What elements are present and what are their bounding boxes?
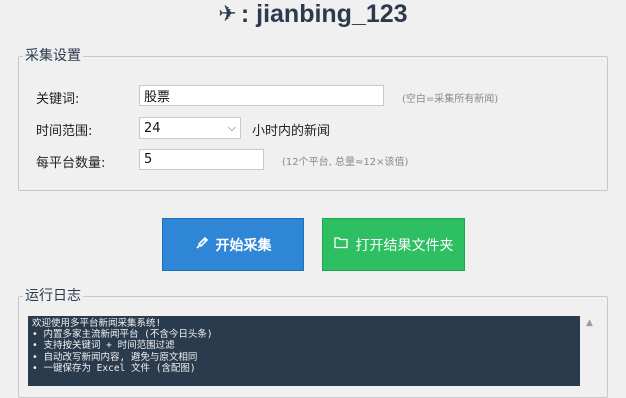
keyword-hint: (空白=采集所有新闻): [402, 94, 499, 105]
log-line: • 一键保存为 Excel 文件 (含配图): [32, 362, 196, 374]
time-range-value: 24: [144, 120, 161, 136]
per-platform-value: 5: [144, 152, 153, 167]
open-folder-button[interactable]: 打开结果文件夹: [322, 218, 465, 271]
log-line: • 自动改写新闻内容, 避免与原文相同: [32, 351, 198, 363]
keyword-input[interactable]: 股票: [139, 85, 384, 106]
time-range-suffix: 小时内的新闻: [252, 124, 331, 139]
folder-icon: [333, 236, 349, 253]
keyword-value: 股票: [144, 90, 171, 105]
per-platform-hint: (12个平台, 总量≈12×该值): [282, 157, 409, 168]
start-collect-label: 开始采集: [215, 237, 272, 254]
per-platform-input[interactable]: 5: [139, 149, 264, 170]
app-header: ✈ : jianbing_123: [0, 0, 626, 36]
log-line: • 支持按关键词 + 时间范围过滤: [32, 340, 175, 352]
per-platform-label: 每平台数量:: [36, 156, 106, 171]
rocket-icon: [195, 236, 209, 254]
time-range-label: 时间范围:: [36, 124, 93, 139]
start-collect-button[interactable]: 开始采集: [162, 218, 304, 271]
settings-legend: 采集设置: [23, 47, 83, 65]
airplane-icon: ✈: [218, 1, 237, 27]
open-folder-label: 打开结果文件夹: [355, 237, 454, 254]
chevron-down-icon[interactable]: ⌵: [228, 121, 236, 135]
time-range-select[interactable]: 24 ⌵: [139, 117, 241, 139]
log-line: • 内置多家主流新闻平台 (不含今日头条): [32, 329, 213, 341]
log-legend: 运行日志: [23, 287, 83, 305]
page-title: : jianbing_123: [240, 0, 408, 28]
log-line: 欢迎使用多平台新闻采集系统!: [32, 318, 162, 329]
log-output[interactable]: 欢迎使用多平台新闻采集系统! • 内置多家主流新闻平台 (不含今日头条) • 支…: [28, 316, 580, 386]
scroll-up-icon[interactable]: ▲: [586, 318, 593, 328]
keyword-label: 关键词:: [36, 92, 80, 107]
